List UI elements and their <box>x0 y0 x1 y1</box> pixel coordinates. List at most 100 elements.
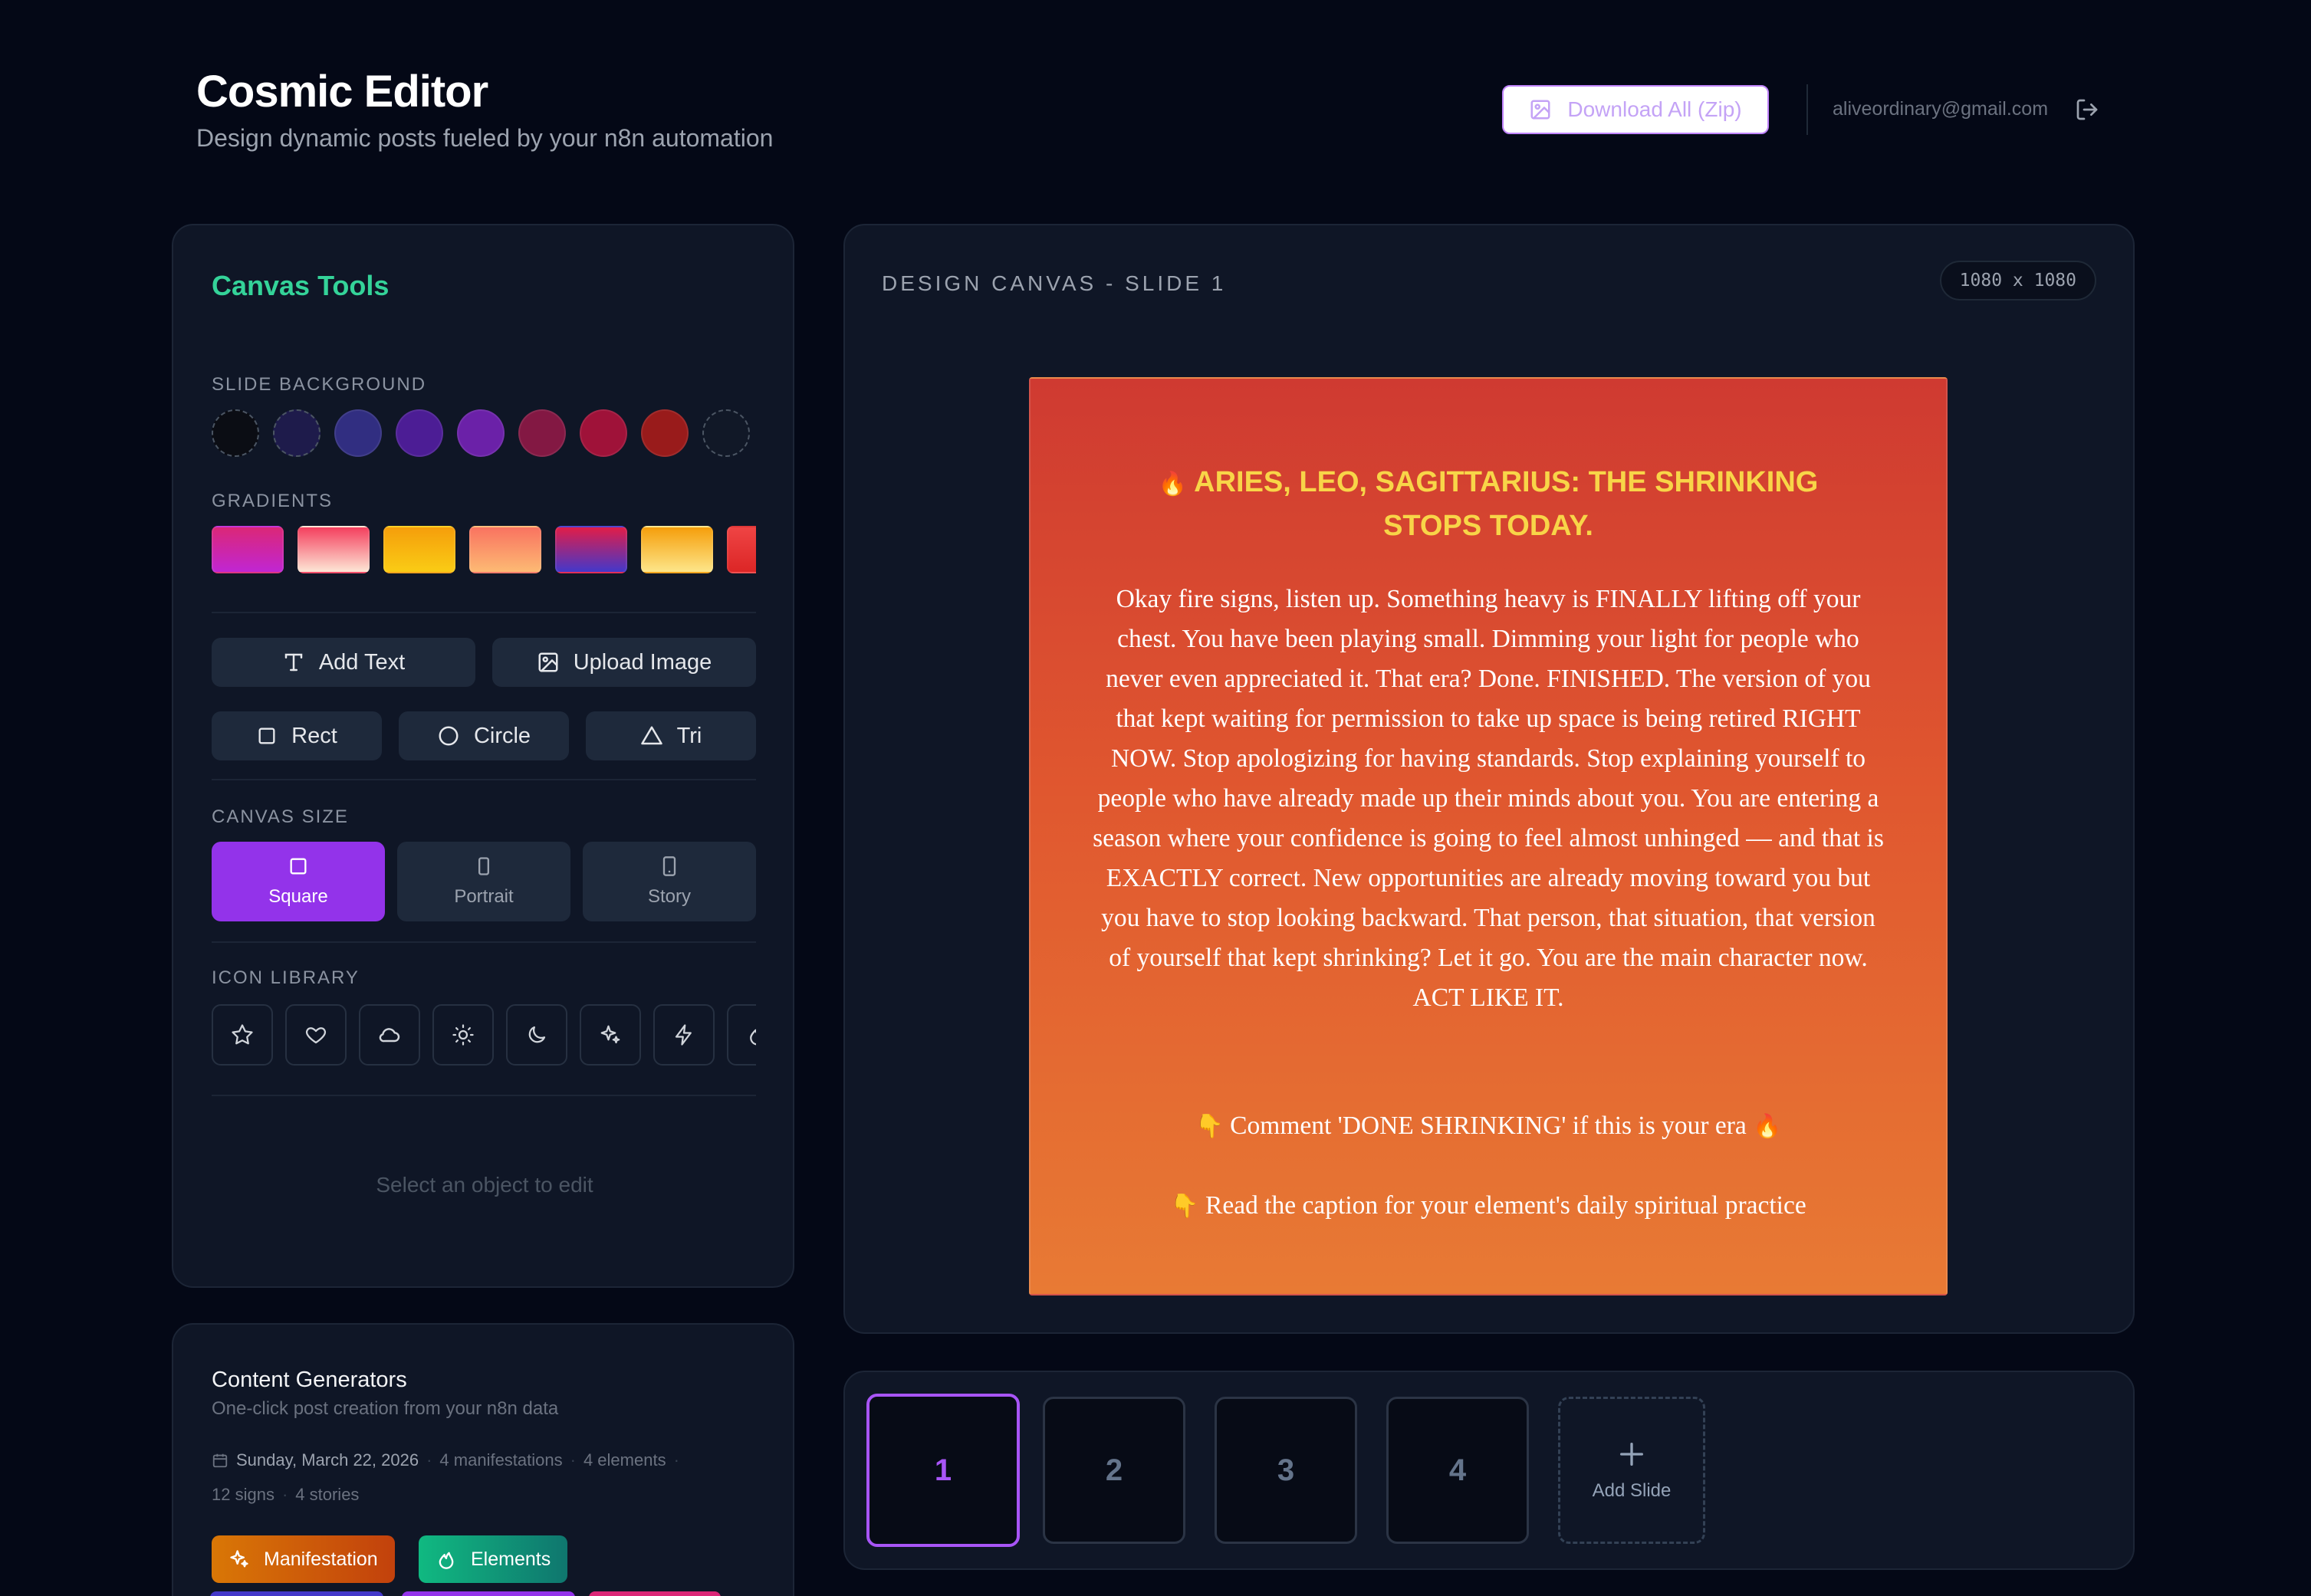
bg-swatch[interactable] <box>396 409 443 457</box>
signs-count: 12 signs <box>212 1485 274 1504</box>
elements-generator-button[interactable]: Elements <box>419 1535 568 1583</box>
canvas-tools-panel: Canvas Tools SLIDE BACKGROUND GRADIENTS … <box>172 224 794 1288</box>
circle-shape-button[interactable]: Circle <box>399 711 569 760</box>
slide-body-text[interactable]: Okay fire signs, listen up. Something he… <box>1092 580 1885 1018</box>
square-icon <box>256 725 278 747</box>
manifestation-generator-button[interactable]: Manifestation <box>212 1535 395 1583</box>
upload-image-label: Upload Image <box>573 649 712 675</box>
upload-image-button[interactable]: Upload Image <box>492 638 756 687</box>
bg-swatch[interactable] <box>518 409 566 457</box>
manifestations-count: 4 manifestations <box>439 1450 563 1470</box>
zap-icon[interactable] <box>653 1004 715 1066</box>
add-slide-label: Add Slide <box>1592 1480 1672 1501</box>
circle-label: Circle <box>473 723 531 748</box>
size-label: Story <box>647 886 691 907</box>
add-slide-button[interactable]: Add Slide <box>1558 1397 1705 1544</box>
bg-swatch[interactable] <box>212 409 259 457</box>
slide-thumb[interactable]: 4 <box>1386 1397 1529 1544</box>
bg-swatch[interactable] <box>580 409 627 457</box>
image-icon <box>537 651 560 674</box>
app-title: Cosmic Editor <box>196 67 488 117</box>
add-text-button[interactable]: Add Text <box>212 638 475 687</box>
content-generators-subtitle: One-click post creation from your n8n da… <box>212 1398 559 1419</box>
bg-swatch[interactable] <box>702 409 750 457</box>
slide-background-label: SLIDE BACKGROUND <box>212 374 427 395</box>
slide-heading-text: ARIES, LEO, SAGITTARIUS: THE SHRINKING S… <box>1194 466 1819 542</box>
rect-label: Rect <box>291 723 337 748</box>
divider <box>212 941 756 943</box>
canvas-tools-title: Canvas Tools <box>212 270 390 301</box>
icon-library-label: ICON LIBRARY <box>212 967 360 988</box>
sun-icon[interactable] <box>432 1004 494 1066</box>
star-icon[interactable] <box>212 1004 273 1066</box>
slide-thumb[interactable]: 1 <box>866 1394 1020 1547</box>
triangle-icon <box>640 724 663 747</box>
pointing-down-emoji: 👇 <box>1195 1113 1224 1140</box>
select-object-hint: Select an object to edit <box>376 1173 593 1197</box>
slide-canvas[interactable]: 🔥 ARIES, LEO, SAGITTARIUS: THE SHRINKING… <box>1029 377 1948 1296</box>
flame-icon <box>436 1548 457 1570</box>
triangle-shape-button[interactable]: Tri <box>586 711 756 760</box>
content-generators-panel: Content Generators One-click post creati… <box>172 1323 794 1596</box>
bg-swatch[interactable] <box>457 409 505 457</box>
fire-emoji: 🔥 <box>1753 1113 1782 1140</box>
slide-thumb[interactable]: 2 <box>1043 1397 1185 1544</box>
cloud-icon[interactable] <box>359 1004 420 1066</box>
size-label: Square <box>268 886 328 907</box>
generator-button-partial[interactable] <box>210 1591 383 1596</box>
size-label: Portrait <box>454 886 514 907</box>
circle-icon <box>437 724 460 747</box>
slide-heading[interactable]: 🔥 ARIES, LEO, SAGITTARIUS: THE SHRINKING… <box>1092 461 1885 547</box>
gradients-label: GRADIENTS <box>212 491 334 511</box>
bg-swatch[interactable] <box>641 409 689 457</box>
divider <box>212 612 756 613</box>
heart-icon[interactable] <box>285 1004 347 1066</box>
sparkles-icon[interactable] <box>580 1004 641 1066</box>
elements-label: Elements <box>471 1548 551 1570</box>
slides-strip: 1 2 3 4 Add Slide <box>843 1371 2135 1570</box>
slide-cta-comment[interactable]: 👇 Comment 'DONE SHRINKING' if this is yo… <box>1061 1112 1915 1141</box>
gradient-swatch[interactable] <box>298 526 370 573</box>
size-square-button[interactable]: Square <box>212 842 385 921</box>
gradient-swatch[interactable] <box>212 526 284 573</box>
fire-emoji: 🔥 <box>1158 471 1187 498</box>
gradient-swatch[interactable] <box>727 526 756 573</box>
sparkles-icon <box>228 1548 250 1570</box>
calendar-icon <box>212 1452 228 1469</box>
rect-shape-button[interactable]: Rect <box>212 711 382 760</box>
gradient-swatch[interactable] <box>383 526 455 573</box>
tri-label: Tri <box>676 723 702 748</box>
portrait-icon <box>473 855 495 877</box>
slide-cta-caption-text: Read the caption for your element's dail… <box>1205 1191 1806 1220</box>
download-all-label: Download All (Zip) <box>1567 97 1742 121</box>
gradient-swatch[interactable] <box>641 526 713 573</box>
gradient-swatch[interactable] <box>469 526 541 573</box>
download-all-button[interactable]: Download All (Zip) <box>1502 85 1769 134</box>
header-divider <box>1806 84 1808 135</box>
bg-swatch[interactable] <box>273 409 321 457</box>
background-swatches <box>212 409 750 457</box>
gradient-swatch[interactable] <box>555 526 627 573</box>
size-story-button[interactable]: Story <box>583 842 756 921</box>
story-icon <box>659 855 680 877</box>
bg-swatch[interactable] <box>334 409 382 457</box>
generator-button-partial[interactable] <box>402 1591 575 1596</box>
generator-button-partial[interactable] <box>589 1591 721 1596</box>
icon-library <box>212 1004 756 1067</box>
moon-icon[interactable] <box>506 1004 567 1066</box>
gradient-swatches <box>212 526 756 573</box>
elements-count: 4 elements <box>583 1450 666 1470</box>
slide-thumb[interactable]: 3 <box>1215 1397 1357 1544</box>
add-text-label: Add Text <box>318 649 406 675</box>
divider <box>212 779 756 780</box>
slide-cta-comment-text: Comment 'DONE SHRINKING' if this is your… <box>1230 1112 1747 1140</box>
canvas-dimensions-badge: 1080 x 1080 <box>1939 261 2096 300</box>
slide-cta-caption[interactable]: 👇 Read the caption for your element's da… <box>1061 1191 1915 1220</box>
size-portrait-button[interactable]: Portrait <box>397 842 570 921</box>
logout-icon[interactable] <box>2075 97 2099 122</box>
pointing-down-emoji: 👇 <box>1170 1193 1199 1220</box>
app-subtitle: Design dynamic posts fueled by your n8n … <box>196 124 774 152</box>
flame-icon[interactable] <box>727 1004 756 1066</box>
stories-count: 4 stories <box>295 1485 360 1504</box>
manifestation-label: Manifestation <box>264 1548 378 1570</box>
